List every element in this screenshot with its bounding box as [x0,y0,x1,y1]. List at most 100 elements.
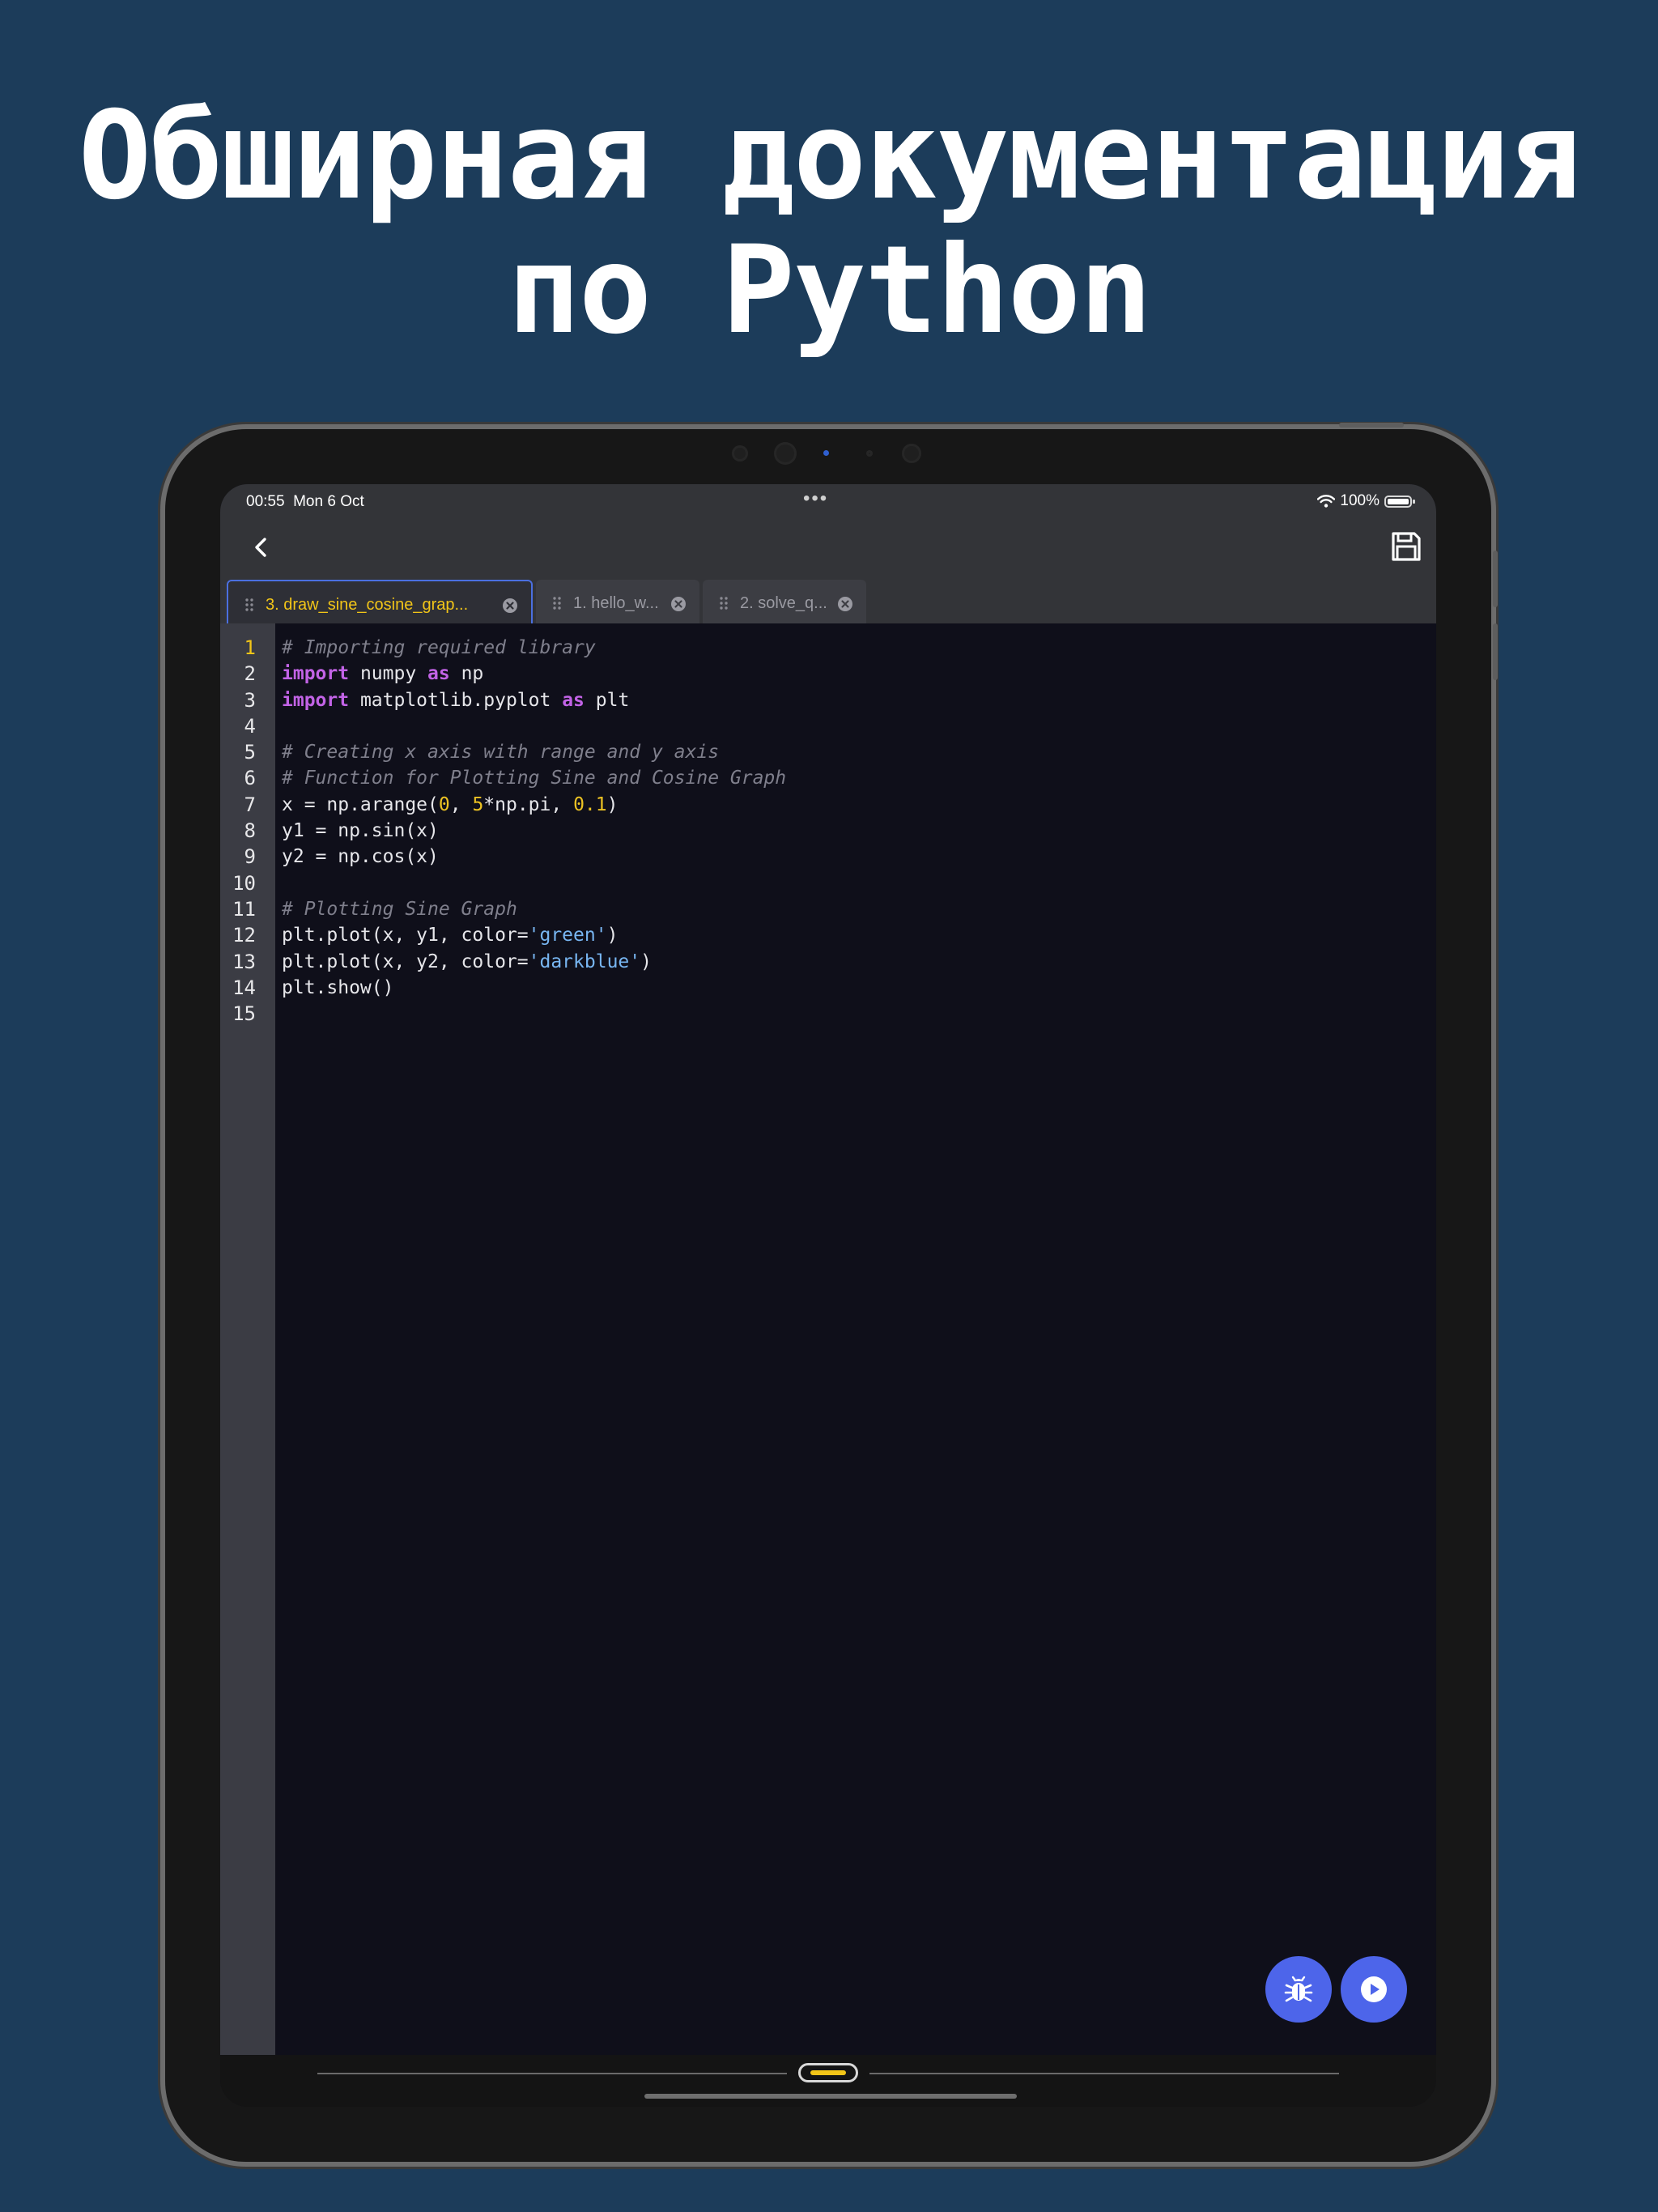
code-token: as [562,689,585,711]
code-token: , [449,793,473,815]
line-number: 14 [232,976,256,999]
line-number: 7 [244,793,256,816]
play-circle-icon [1361,1976,1387,2002]
camera-indicator-light [823,450,829,456]
code-token: 'darkblue' [528,951,641,972]
drag-handle-icon[interactable] [552,596,562,610]
code-line[interactable]: # Function for Plotting Sine and Cosine … [282,765,786,791]
line-number: 10 [232,871,256,895]
code-token: y2 = np.cos(x) [282,846,439,868]
code-line[interactable]: plt.plot(x, y1, color='green') [282,922,786,948]
code-line[interactable]: # Creating x axis with range and y axis [282,739,786,765]
floppy-disk-icon[interactable] [1389,530,1423,564]
code-token: # Creating x axis with range and y axis [282,742,720,764]
close-tab-icon[interactable] [670,596,687,612]
code-line[interactable]: # Plotting Sine Graph [282,896,786,922]
line-number: 6 [244,767,256,790]
code-token: import [282,689,350,711]
status-date: Mon 6 Oct [293,493,364,510]
tab-hello-world[interactable]: 1. hello_w... [536,580,699,628]
drag-handle-icon[interactable] [719,596,729,610]
multitasking-dots-icon[interactable]: ••• [803,487,828,510]
close-tab-icon[interactable] [502,598,518,614]
code-token: # Plotting Sine Graph [282,898,517,920]
status-bar: 00:55 Mon 6 Oct ••• 100% [220,484,1436,520]
code-line[interactable]: import numpy as np [282,661,786,687]
line-number: 15 [232,1002,256,1026]
code-token: matplotlib.pyplot [349,689,563,711]
code-line[interactable]: y2 = np.cos(x) [282,844,786,870]
line-numbers: 1 2 3 4 5 6 7 8 9 10 11 12 13 14 15 [220,635,256,1027]
code-line[interactable] [282,713,786,739]
code-token: x = np.arange( [282,793,439,815]
code-token: ) [606,793,619,815]
code-line[interactable]: plt.plot(x, y2, color='darkblue') [282,949,786,975]
panel-drag-handle[interactable] [798,2063,858,2082]
bug-icon [1284,1976,1313,2002]
volume-up-button [1493,551,1498,607]
code-line[interactable] [282,870,786,896]
code-token: numpy [349,663,428,685]
code-token: # Function for Plotting Sine and Cosine … [282,768,787,789]
code-line[interactable]: # Importing required library [282,635,786,661]
code-line[interactable]: x = np.arange(0, 5*np.pi, 0.1) [282,792,786,818]
code-editor[interactable]: 1 2 3 4 5 6 7 8 9 10 11 12 13 14 15 # Importing requir… [220,623,1436,2055]
code-token: ) [606,925,619,946]
code-line[interactable]: plt.show() [282,975,786,1001]
code-token: 5 [472,793,484,815]
home-indicator[interactable] [644,2094,1017,2099]
code-line[interactable] [282,1001,786,1027]
line-number: 13 [232,950,256,973]
wifi-icon [1317,495,1336,508]
code-token: 'green' [528,925,607,946]
divider-line [317,2073,787,2074]
line-number: 2 [244,662,256,686]
line-number: 3 [244,688,256,712]
code-token: *np.pi, [483,793,574,815]
close-tab-icon[interactable] [837,596,853,612]
debug-button[interactable] [1265,1956,1332,2023]
line-number: 11 [232,897,256,921]
status-time: 00:55 [246,493,285,510]
camera-lens [774,442,797,465]
code-token: as [427,663,450,685]
line-number: 9 [244,845,256,869]
file-tab-bar: 3. draw_sine_cosine_grap... 1. hello_w..… [220,573,1436,628]
run-button[interactable] [1341,1956,1407,2023]
code-token: import [282,663,350,685]
sensor-dot [866,450,873,457]
status-indicators: 100% [1317,492,1415,510]
code-token: 0 [438,793,450,815]
line-number: 5 [244,741,256,764]
line-number: 4 [244,714,256,738]
headline-line-2: по Python [507,220,1153,361]
code-token: plt.plot(x, y1, color= [282,925,529,946]
bottom-bar [220,2055,1436,2107]
tab-label: 3. draw_sine_cosine_grap... [266,596,469,614]
code-token: 0.1 [573,793,607,815]
app-screen: 00:55 Mon 6 Oct ••• 100% 3. draw_sine_co… [220,484,1436,2107]
drag-handle-icon[interactable] [244,598,254,612]
chevron-left-icon[interactable] [244,531,277,564]
headline-line-1: Обширная документация [78,86,1581,227]
top-button [1339,423,1404,428]
code-line[interactable]: import matplotlib.pyplot as plt [282,687,786,713]
line-number: 1 [244,636,256,659]
code-token: plt.plot(x, y2, color= [282,951,529,972]
battery-percent: 100% [1340,492,1380,509]
sensor-dot [732,445,748,462]
tab-draw-sine-cosine-graph[interactable]: 3. draw_sine_cosine_grap... [227,580,533,628]
tab-label: 2. solve_q... [740,594,827,612]
tab-label: 1. hello_w... [573,594,659,612]
code-line[interactable]: y1 = np.sin(x) [282,818,786,844]
code-token: plt [584,689,630,711]
code-text-area[interactable]: # Importing required library import numpy… [282,635,786,1027]
sensor-dot [902,444,921,463]
marketing-headline: Обширная документация по Python [0,89,1658,358]
battery-icon [1384,495,1415,508]
tab-solve-quadratic[interactable]: 2. solve_q... [703,580,866,628]
line-number-gutter: 1 2 3 4 5 6 7 8 9 10 11 12 13 14 15 [220,623,275,2055]
divider-line [869,2073,1339,2074]
volume-down-button [1493,623,1498,680]
line-number: 12 [232,924,256,947]
